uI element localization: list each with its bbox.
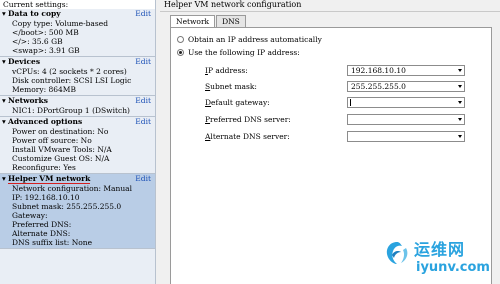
panel-title: Helper VM network configuration <box>164 0 302 9</box>
summary-line: Reconfigure: Yes <box>12 163 76 172</box>
summary-line: vCPUs: 4 (2 sockets * 2 cores) <box>12 67 127 76</box>
radio-button-selected-icon[interactable] <box>177 49 184 56</box>
edit-link-devices[interactable]: Edit <box>135 57 151 67</box>
radio-obtain-automatically[interactable]: Obtain an IP address automatically <box>177 34 322 45</box>
divider <box>160 11 500 12</box>
section-header: ▾ Advanced options Edit <box>0 117 155 127</box>
summary-line: IP: 192.168.10.10 <box>12 193 80 202</box>
summary-line: </boot>: 500 MB <box>12 28 79 37</box>
summary-line: Preferred DNS: <box>12 220 72 229</box>
section-header: ▾ Helper VM network Edit <box>0 174 155 184</box>
section-title: Devices <box>8 57 41 66</box>
section-title: Data to copy <box>8 9 61 18</box>
tab-bar: Network DNS <box>170 15 247 28</box>
summary-line: </>: 35.6 GB <box>12 37 63 46</box>
summary-line: Gateway: <box>12 211 48 220</box>
subnet-mask-combo[interactable]: 255.255.255.0 <box>347 81 465 92</box>
edit-link-advanced-options[interactable]: Edit <box>135 117 151 127</box>
default-gateway-combo[interactable] <box>347 97 465 108</box>
alternate-dns-label: Alternate DNS server: <box>205 131 290 142</box>
radio-label: Obtain an IP address automatically <box>188 35 322 44</box>
watermark-logo-icon <box>386 242 408 264</box>
subnet-mask-label: Subnet mask: <box>205 81 257 92</box>
section-advanced-options: ▾ Advanced options Edit Power on destinat… <box>0 117 155 174</box>
section-header: ▾ Networks Edit <box>0 96 155 106</box>
preferred-dns-combo[interactable] <box>347 114 465 125</box>
section-title: Helper VM network <box>8 174 91 184</box>
dropdown-arrow-icon[interactable] <box>458 85 462 88</box>
summary-line: Power on destination: No <box>12 127 109 136</box>
summary-line: DNS suffix list: None <box>12 238 93 247</box>
radio-label: Use the following IP address: <box>188 48 300 57</box>
summary-line: Power off source: No <box>12 136 92 145</box>
label-text: lternate DNS server: <box>210 132 290 141</box>
radio-button-icon[interactable] <box>177 36 184 43</box>
section-networks: ▾ Networks Edit NIC1: DPortGroup 1 (DSwit… <box>0 96 155 117</box>
label-text: efault gateway: <box>211 98 270 107</box>
label-text: ubnet mask: <box>210 82 257 91</box>
section-header: ▾ Data to copy Edit <box>0 9 155 19</box>
ip-address-combo[interactable]: 192.168.10.10 <box>347 65 465 76</box>
section-title: Networks <box>8 96 48 105</box>
preferred-dns-label: Preferred DNS server: <box>205 114 291 125</box>
summary-line: Disk controller: SCSI LSI Logic <box>12 76 132 85</box>
label-text: P address: <box>207 66 248 75</box>
summary-line: Network configuration: Manual <box>12 184 133 193</box>
summary-line: <swap>: 3.91 GB <box>12 46 80 55</box>
section-data-to-copy: ▾ Data to copy Edit Copy type: Volume-bas… <box>0 9 155 57</box>
default-gateway-label: Default gateway: <box>205 97 270 108</box>
label-text: referred DNS server: <box>210 115 291 124</box>
tab-dns[interactable]: DNS <box>216 15 246 27</box>
alternate-dns-combo[interactable] <box>347 131 465 142</box>
current-settings-header: Current settings: <box>0 0 155 9</box>
dropdown-arrow-icon[interactable] <box>458 69 462 72</box>
summary-line: Subnet mask: 255.255.255.0 <box>12 202 122 211</box>
settings-summary-panel: Current settings: ▾ Data to copy Edit Cop… <box>0 0 156 284</box>
watermark-chinese-text: 运维网 <box>414 240 466 259</box>
radio-use-following-ip[interactable]: Use the following IP address: <box>177 47 300 58</box>
summary-line: Install VMware Tools: N/A <box>12 145 112 154</box>
section-title: Advanced options <box>8 117 83 126</box>
dropdown-arrow-icon[interactable] <box>458 118 462 121</box>
section-header: ▾ Devices Edit <box>0 57 155 67</box>
summary-line: Memory: 864MB <box>12 85 76 94</box>
summary-line: Copy type: Volume-based <box>12 19 108 28</box>
dropdown-arrow-icon[interactable] <box>458 101 462 104</box>
combo-value: 255.255.255.0 <box>351 82 406 91</box>
text-cursor <box>350 99 351 106</box>
edit-link-helper-vm-network[interactable]: Edit <box>135 174 151 184</box>
ip-address-label: IP address: <box>205 65 248 76</box>
edit-link-data-to-copy[interactable]: Edit <box>135 9 151 19</box>
section-devices: ▾ Devices Edit vCPUs: 4 (2 sockets * 2 co… <box>0 57 155 96</box>
dropdown-arrow-icon[interactable] <box>458 135 462 138</box>
summary-line: NIC1: DPortGroup 1 (DSwitch) <box>12 106 130 115</box>
watermark-domain-text: iyunv.com <box>416 260 490 275</box>
summary-line: Alternate DNS: <box>12 229 71 238</box>
edit-link-networks[interactable]: Edit <box>135 96 151 106</box>
combo-value: 192.168.10.10 <box>351 66 406 75</box>
summary-line: Customize Guest OS: N/A <box>12 154 110 163</box>
section-helper-vm-network: ▾ Helper VM network Edit Network configur… <box>0 174 155 249</box>
watermark: 运维网 iyunv.com <box>384 234 494 280</box>
